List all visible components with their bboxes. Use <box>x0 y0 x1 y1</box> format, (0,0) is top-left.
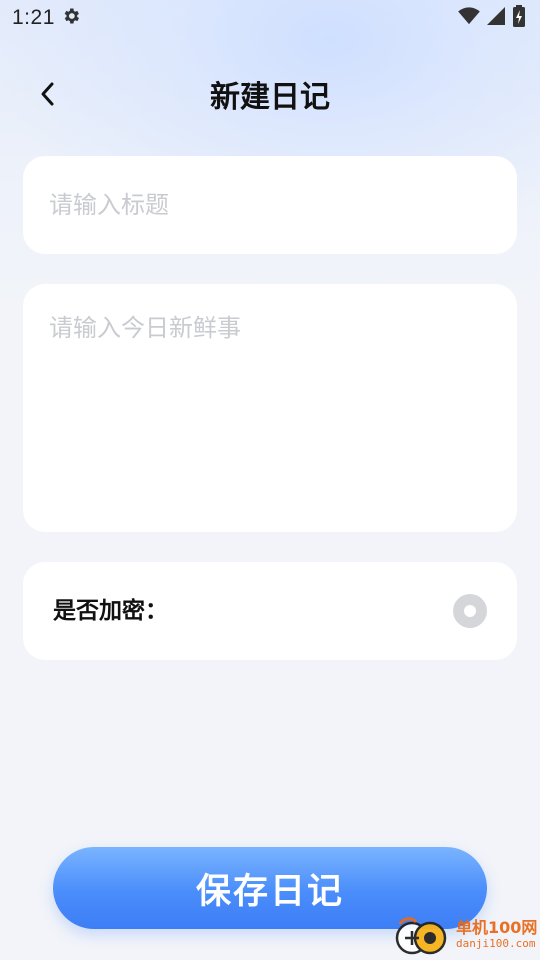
status-left: 1:21 <box>12 6 81 30</box>
encrypt-radio[interactable] <box>453 594 487 628</box>
title-input[interactable] <box>47 186 493 224</box>
encrypt-card: 是否加密： <box>23 562 517 660</box>
content-card <box>23 284 517 532</box>
status-right <box>458 5 528 31</box>
watermark-sub: danji100.com <box>456 937 536 950</box>
watermark-main: 单机100网 <box>456 918 538 937</box>
settings-gear-icon <box>61 6 81 30</box>
wifi-icon <box>458 7 480 29</box>
watermark-logo-icon <box>390 916 450 956</box>
save-button-label: 保存日记 <box>195 871 344 912</box>
battery-charging-icon <box>512 5 526 31</box>
status-bar: 1:21 <box>0 0 540 36</box>
page-title: 新建日记 <box>210 80 330 115</box>
site-watermark: 单机100网 danji100.com <box>390 912 540 960</box>
watermark-text: 单机100网 danji100.com <box>456 920 537 952</box>
cell-signal-icon <box>486 7 506 29</box>
radio-dot <box>464 605 476 617</box>
title-card <box>23 156 517 254</box>
content-input[interactable] <box>47 308 493 508</box>
encrypt-label: 是否加密： <box>53 598 168 624</box>
status-time: 1:21 <box>12 6 55 29</box>
header: 新建日记 <box>0 66 540 130</box>
